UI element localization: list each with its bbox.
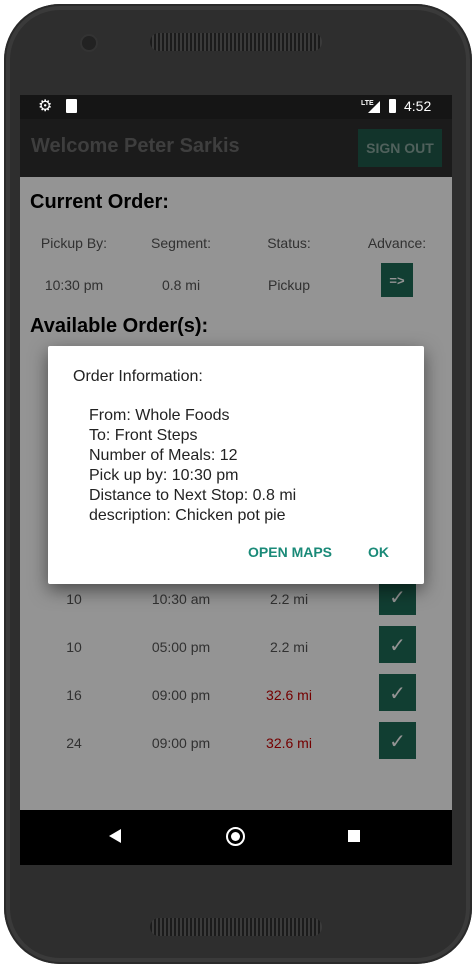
dialog-line-pickup: Pick up by: 10:30 pm <box>89 467 239 484</box>
home-icon[interactable] <box>226 827 245 846</box>
battery-charging-icon <box>389 99 396 113</box>
open-maps-button[interactable]: OPEN MAPS <box>248 544 332 560</box>
dialog-line-description: description: Chicken pot pie <box>89 507 286 524</box>
ok-button[interactable]: OK <box>368 544 389 560</box>
earpiece-speaker <box>150 33 322 51</box>
front-camera <box>82 36 96 50</box>
dialog-line-distance: Distance to Next Stop: 0.8 mi <box>89 487 297 504</box>
navigation-bar <box>20 810 452 865</box>
dialog-line-to: To: Front Steps <box>89 427 198 444</box>
status-time: 4:52 <box>404 98 432 114</box>
order-information-dialog: Order Information: From: Whole Foods To:… <box>48 346 424 584</box>
status-bar: ⚙ LTE 4:52 <box>20 95 452 119</box>
back-icon[interactable] <box>109 829 121 843</box>
sd-card-icon <box>66 99 77 113</box>
gear-icon: ⚙ <box>38 98 53 115</box>
bottom-speaker <box>150 918 322 936</box>
recents-icon[interactable] <box>348 830 360 842</box>
dialog-title: Order Information: <box>73 368 203 385</box>
dialog-line-meals: Number of Meals: 12 <box>89 447 238 464</box>
dialog-line-from: From: Whole Foods <box>89 407 230 424</box>
signal-icon <box>368 101 380 113</box>
dialog-message: From: Whole Foods To: Front Steps Number… <box>89 406 296 526</box>
screen: ⚙ LTE 4:52 Welcome Peter Sarkis SIGN OUT… <box>20 95 452 865</box>
